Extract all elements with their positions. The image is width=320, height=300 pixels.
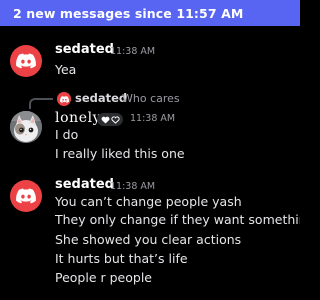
message-line: You can’t change people yash bbox=[55, 194, 242, 209]
message-username[interactable]: sedated bbox=[55, 42, 114, 57]
new-messages-banner[interactable]: 2 new messages since 11:57 AM bbox=[0, 0, 300, 26]
reply-username[interactable]: sedated bbox=[75, 91, 127, 105]
message-line: I do bbox=[55, 127, 79, 142]
message-username[interactable]: lonely bbox=[55, 110, 101, 126]
chat-view: 2 new messages since 11:57 AM sedated 11… bbox=[0, 0, 300, 300]
message-line: It hurts but that’s life bbox=[55, 251, 188, 266]
message-timestamp: 11:38 AM bbox=[110, 46, 156, 57]
message-timestamp: 11:38 AM bbox=[130, 113, 176, 124]
message-line: Yea bbox=[55, 62, 77, 77]
message-line: They only change if they want something bbox=[55, 212, 300, 227]
reply-preview-text[interactable]: Who cares bbox=[122, 92, 180, 105]
discord-logo-icon bbox=[16, 188, 36, 204]
reply-avatar bbox=[57, 92, 71, 106]
message-line: She showed you clear actions bbox=[55, 232, 242, 247]
heart-icon bbox=[101, 116, 109, 124]
heart-outline-icon bbox=[110, 115, 120, 124]
cat-photo-avatar bbox=[10, 111, 42, 143]
user-badges[interactable] bbox=[97, 113, 123, 126]
discord-logo-icon bbox=[16, 53, 36, 69]
message-line: I really liked this one bbox=[55, 146, 185, 161]
reply-connector bbox=[29, 98, 53, 109]
message-line: People r people bbox=[55, 270, 152, 285]
discord-logo-icon bbox=[59, 95, 69, 103]
new-messages-text: 2 new messages since 11:57 AM bbox=[13, 5, 244, 21]
message-username[interactable]: sedated bbox=[55, 177, 114, 192]
avatar[interactable] bbox=[10, 45, 42, 77]
avatar[interactable] bbox=[10, 111, 42, 143]
message-timestamp: 11:38 AM bbox=[110, 181, 156, 192]
avatar[interactable] bbox=[10, 180, 42, 212]
